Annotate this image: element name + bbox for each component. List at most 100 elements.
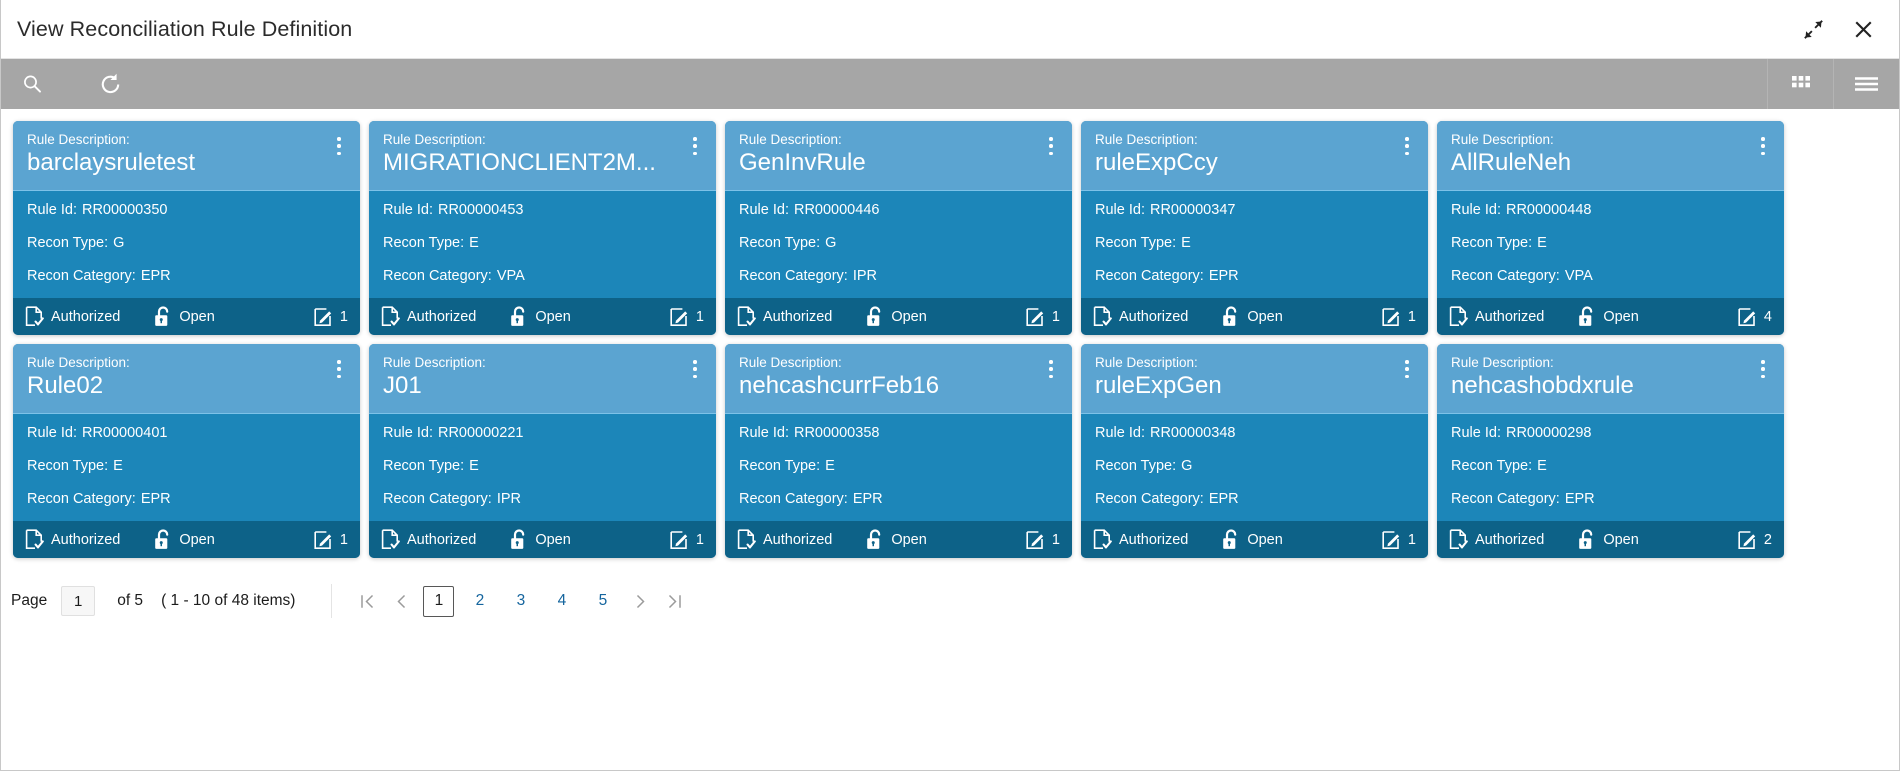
record-lock-status[interactable]: Open — [154, 529, 215, 550]
recon-type-label: Recon Type: — [1451, 458, 1533, 474]
card-overflow-menu-icon[interactable] — [1042, 135, 1060, 157]
card-overflow-menu-icon[interactable] — [686, 135, 704, 157]
restore-down-icon[interactable] — [1799, 15, 1827, 43]
recon-type-row: Recon Type: G — [1095, 457, 1414, 476]
modification-count[interactable]: 1 — [670, 307, 704, 327]
action-toolbar — [1, 59, 1899, 109]
window-controls — [1799, 15, 1877, 43]
rule-card[interactable]: Rule Description: ruleExpGen Rule Id: RR000… — [1081, 344, 1428, 558]
open-padlock-icon — [1578, 529, 1596, 550]
hamburger-menu-icon[interactable] — [1833, 59, 1899, 109]
card-overflow-menu-icon[interactable] — [1754, 358, 1772, 380]
rule-card[interactable]: Rule Description: ruleExpCcy Rule Id: RR000… — [1081, 121, 1428, 335]
refresh-icon[interactable] — [79, 59, 141, 109]
recon-type-value: E — [825, 458, 835, 474]
rule-card[interactable]: Rule Description: nehcashcurrFeb16 Rule Id… — [725, 344, 1072, 558]
record-lock-status-label: Open — [1247, 531, 1283, 548]
authorization-status[interactable]: Authorized — [1449, 529, 1544, 550]
modification-count[interactable]: 2 — [1738, 530, 1772, 550]
rule-id-value: RR00000453 — [437, 202, 524, 218]
modification-count[interactable]: 1 — [670, 530, 704, 550]
record-lock-status-label: Open — [891, 308, 927, 325]
card-overflow-menu-icon[interactable] — [1042, 358, 1060, 380]
record-lock-status[interactable]: Open — [1578, 529, 1639, 550]
next-page-icon[interactable] — [623, 585, 657, 617]
page-number-4[interactable]: 4 — [546, 586, 577, 617]
card-overflow-menu-icon[interactable] — [1398, 135, 1416, 157]
modification-count[interactable]: 4 — [1738, 307, 1772, 327]
authorization-status[interactable]: Authorized — [737, 529, 832, 550]
page-number-3[interactable]: 3 — [505, 586, 536, 617]
record-lock-status[interactable]: Open — [510, 529, 571, 550]
rule-card[interactable]: Rule Description: GenInvRule Rule Id: RR000… — [725, 121, 1072, 335]
recon-type-label: Recon Type: — [739, 235, 821, 251]
record-lock-status[interactable]: Open — [510, 306, 571, 327]
recon-type-label: Recon Type: — [739, 458, 821, 474]
authorization-status[interactable]: Authorized — [25, 306, 120, 327]
record-lock-status[interactable]: Open — [154, 306, 215, 327]
record-lock-status-label: Open — [1603, 531, 1639, 548]
rule-description-value: nehcashcurrFeb16 — [739, 372, 940, 399]
card-overflow-menu-icon[interactable] — [1754, 135, 1772, 157]
authorization-status[interactable]: Authorized — [1449, 306, 1544, 327]
rule-card[interactable]: Rule Description: Rule02 Rule Id: RR0000040… — [13, 344, 360, 558]
rule-description-value: J01 — [383, 372, 422, 399]
record-lock-status[interactable]: Open — [866, 529, 927, 550]
modification-count[interactable]: 1 — [314, 307, 348, 327]
modification-count[interactable]: 1 — [1382, 530, 1416, 550]
rule-card[interactable]: Rule Description: barclaysruletest Rule Id… — [13, 121, 360, 335]
page-number-1[interactable]: 1 — [423, 585, 455, 617]
authorization-status[interactable]: Authorized — [381, 306, 476, 327]
record-lock-status[interactable]: Open — [1578, 306, 1639, 327]
recon-type-row: Recon Type: E — [1095, 234, 1414, 253]
previous-page-icon[interactable] — [384, 585, 418, 617]
rule-description-value: nehcashobdxrule — [1451, 372, 1634, 399]
search-icon[interactable] — [1, 59, 63, 109]
rule-card-footer: Authorized Open 1 — [725, 521, 1072, 558]
record-lock-status-label: Open — [179, 308, 215, 325]
authorization-status[interactable]: Authorized — [737, 306, 832, 327]
rule-description-value: ruleExpCcy — [1095, 149, 1218, 176]
grid-view-icon[interactable] — [1767, 59, 1833, 109]
record-lock-status[interactable]: Open — [1222, 529, 1283, 550]
rule-card[interactable]: Rule Description: nehcashobdxrule Rule Id:… — [1437, 344, 1784, 558]
card-overflow-menu-icon[interactable] — [1398, 358, 1416, 380]
recon-type-label: Recon Type: — [1451, 235, 1533, 251]
rule-description-label: Rule Description: — [1451, 355, 1554, 370]
authorization-status[interactable]: Authorized — [1093, 306, 1188, 327]
page-number-2[interactable]: 2 — [464, 586, 495, 617]
rule-card[interactable]: Rule Description: AllRuleNeh Rule Id: RR000… — [1437, 121, 1784, 335]
authorization-status[interactable]: Authorized — [1093, 529, 1188, 550]
close-icon[interactable] — [1849, 15, 1877, 43]
page-number-input[interactable] — [61, 586, 96, 616]
modification-count[interactable]: 1 — [1026, 307, 1060, 327]
edit-pencil-icon — [1026, 530, 1045, 550]
rule-card-footer: Authorized Open 1 — [369, 298, 716, 335]
page-number-5[interactable]: 5 — [587, 586, 618, 617]
rule-id-row: Rule Id: RR00000453 — [383, 201, 702, 220]
record-lock-status[interactable]: Open — [1222, 306, 1283, 327]
modification-count[interactable]: 1 — [1026, 530, 1060, 550]
authorization-status[interactable]: Authorized — [25, 529, 120, 550]
card-overflow-menu-icon[interactable] — [330, 135, 348, 157]
modification-count[interactable]: 1 — [1382, 307, 1416, 327]
recon-category-row: Recon Category: EPR — [1095, 267, 1414, 286]
recon-type-value: E — [469, 235, 479, 251]
rule-card[interactable]: Rule Description: J01 Rule Id: RR00000221 Re… — [369, 344, 716, 558]
last-page-icon[interactable] — [657, 585, 691, 617]
rule-card-body: Rule Id: RR00000358 Recon Type: E Recon Cate… — [725, 414, 1072, 521]
window-title-bar: View Reconciliation Rule Definition — [1, 0, 1899, 59]
modification-count[interactable]: 1 — [314, 530, 348, 550]
card-overflow-menu-icon[interactable] — [330, 358, 348, 380]
rule-id-value: RR00000348 — [1149, 425, 1236, 441]
record-lock-status[interactable]: Open — [866, 306, 927, 327]
first-page-icon[interactable] — [350, 585, 384, 617]
rule-card[interactable]: Rule Description: MIGRATIONCLIENT2M... Rul… — [369, 121, 716, 335]
card-overflow-menu-icon[interactable] — [686, 358, 704, 380]
rule-id-value: RR00000358 — [793, 425, 880, 441]
recon-category-label: Recon Category: — [1095, 268, 1204, 284]
recon-type-value: G — [1181, 458, 1193, 474]
authorization-status[interactable]: Authorized — [381, 529, 476, 550]
rule-id-label: Rule Id: — [739, 425, 789, 441]
modification-count-value: 1 — [339, 531, 348, 548]
